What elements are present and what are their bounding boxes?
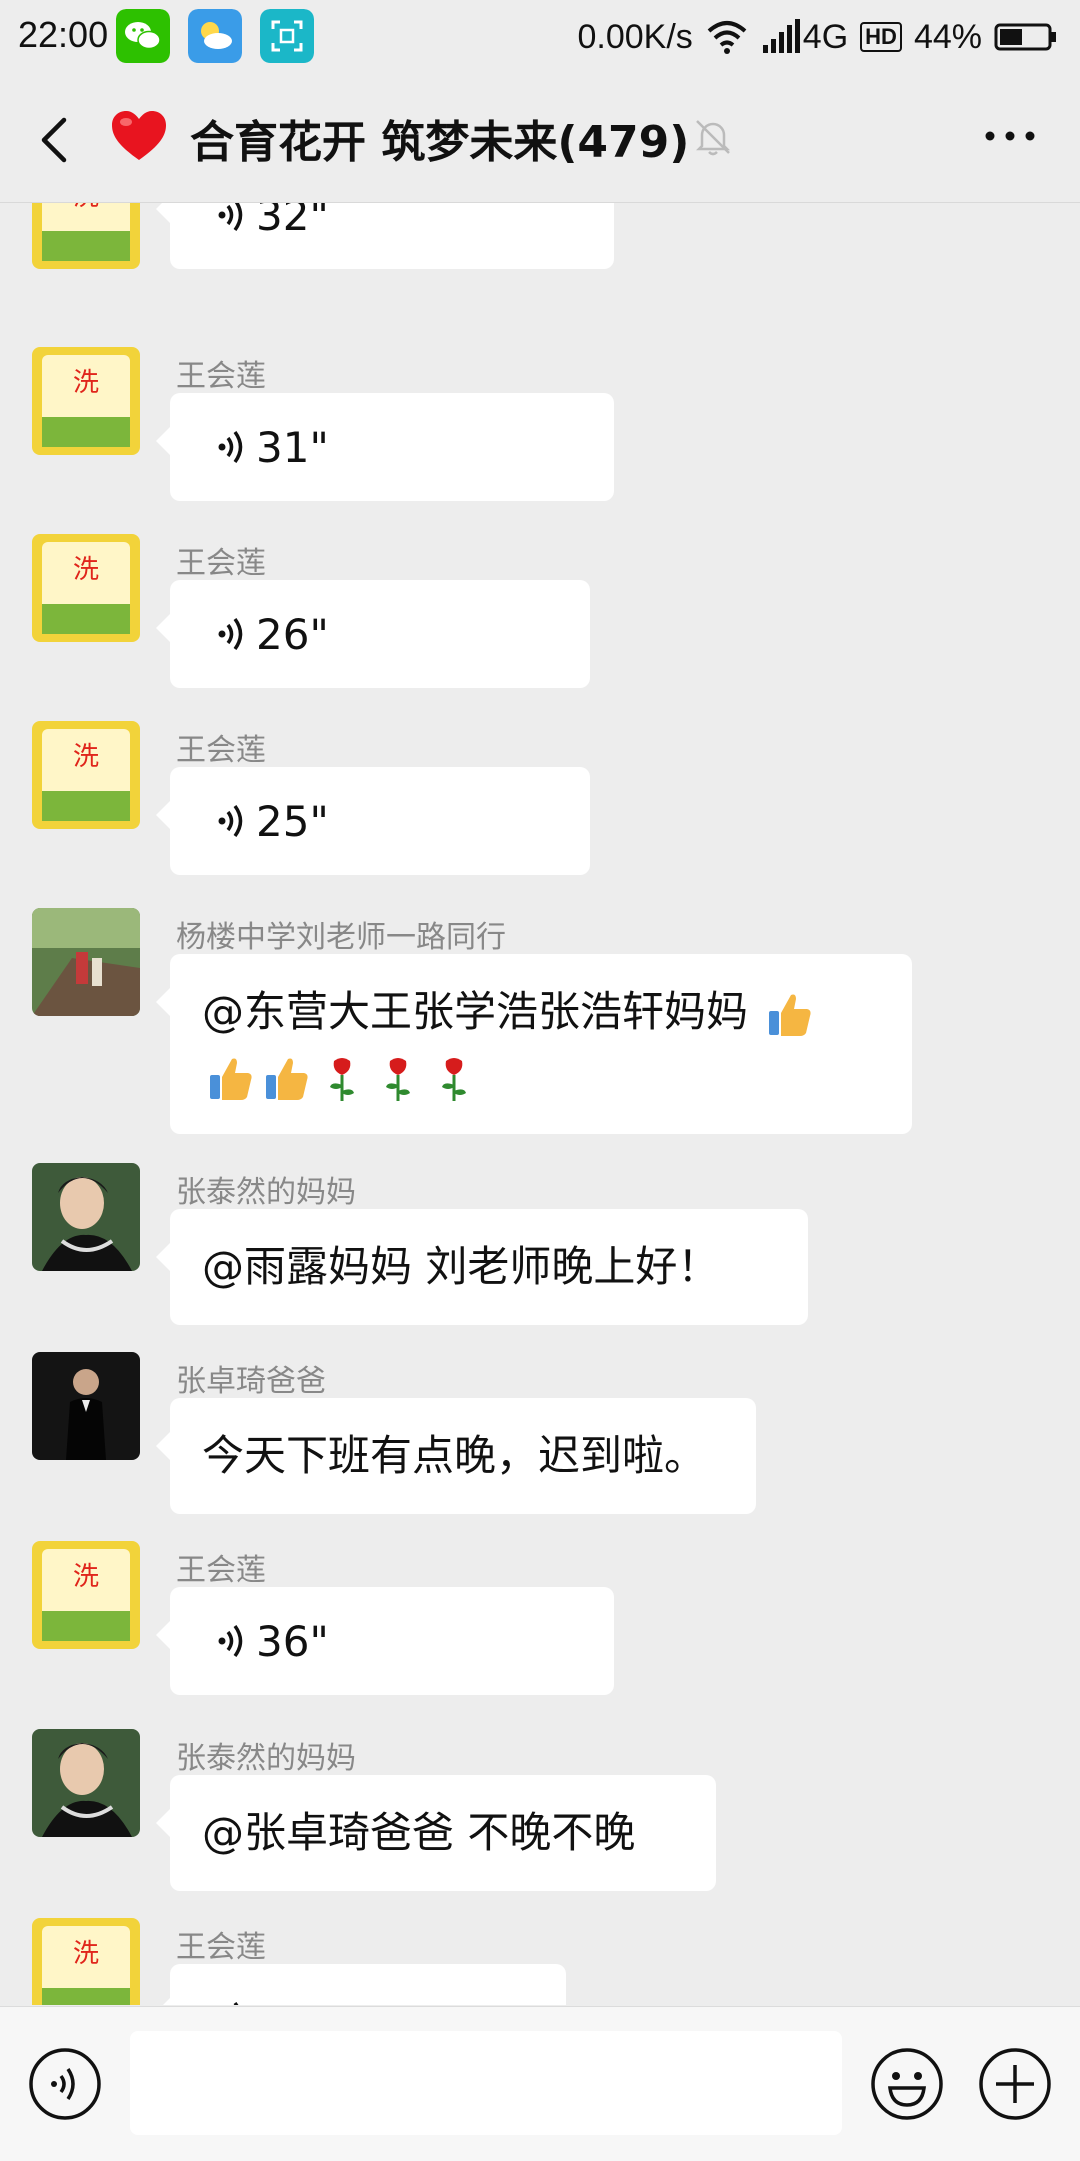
heart-icon (112, 111, 166, 160)
network-type: 4G (802, 17, 849, 56)
voice-message-bubble[interactable]: 32" (156, 203, 614, 269)
text-message-bubble[interactable]: @雨露妈妈 刘老师晚上好！ (156, 1209, 808, 1325)
status-bar: 22:00 0.00K/s 4G HD 44% (0, 0, 1080, 76)
thumbs-up-emoji-icon (769, 994, 811, 1036)
avatar[interactable]: 洗 (32, 721, 140, 829)
sender-name: 王会莲 (176, 546, 266, 581)
mute-bell-icon (695, 120, 731, 156)
text-message-bubble[interactable]: @东营大王张学浩张浩轩妈妈 (156, 954, 912, 1134)
status-time: 22:00 (18, 14, 109, 55)
sender-name: 王会莲 (176, 1930, 266, 1965)
sender-name: 杨楼中学刘老师一路同行 (176, 920, 506, 955)
text-message-bubble[interactable]: 今天下班有点晚，迟到啦。 (156, 1398, 756, 1514)
svg-text:洗: 洗 (73, 368, 99, 398)
voice-duration: 25" (256, 796, 329, 846)
voice-message-bubble[interactable]: 25" (156, 767, 590, 875)
thumbs-up-emoji-icon (210, 1058, 252, 1100)
message-text: @雨露妈妈 刘老师晚上好！ (202, 1242, 720, 1291)
voice-wave-icon (218, 1624, 243, 1658)
battery-percent: 44% (913, 17, 982, 56)
voice-message-bubble[interactable]: 26" (156, 580, 590, 688)
voice-wave-icon (218, 203, 243, 232)
plus-icon[interactable] (978, 2047, 1052, 2121)
chat-header: 合育花开 筑梦未来(479) (0, 76, 1080, 203)
text-message-bubble[interactable]: @张卓琦爸爸 不晚不晚 (156, 1775, 716, 1891)
svg-text:洗: 洗 (73, 1562, 99, 1592)
rose-emoji-icon (386, 1057, 410, 1101)
more-icon[interactable] (980, 116, 1040, 156)
avatar[interactable] (32, 1163, 140, 1271)
wifi-icon (707, 21, 747, 54)
sender-name: 王会莲 (176, 1553, 266, 1588)
svg-text:洗: 洗 (73, 742, 99, 772)
rose-emoji-icon (330, 1057, 354, 1101)
hd-badge: HD (860, 22, 902, 52)
avatar[interactable] (32, 1729, 140, 1837)
voice-message-bubble[interactable] (156, 1964, 566, 2005)
avatar[interactable]: 洗 (32, 347, 140, 455)
avatar[interactable] (32, 908, 140, 1016)
voice-wave-icon (218, 430, 243, 464)
sender-name: 张泰然的妈妈 (176, 1175, 356, 1210)
voice-wave-icon (218, 804, 243, 838)
chat-list[interactable]: 洗 32" 洗 王会莲 31" 洗 王会莲 26" 洗 王会莲 (0, 203, 1080, 2005)
thumbs-up-emoji-icon (266, 1058, 308, 1100)
voice-duration: 31" (256, 422, 329, 472)
voice-duration: 36" (256, 1616, 329, 1666)
avatar[interactable] (32, 1352, 140, 1460)
svg-text:洗: 洗 (73, 1939, 99, 1969)
sender-name: 张泰然的妈妈 (176, 1741, 356, 1776)
avatar[interactable]: 洗 (32, 1541, 140, 1649)
rose-emoji-icon (442, 1057, 466, 1101)
message-text: @张卓琦爸爸 不晚不晚 (202, 1808, 636, 1857)
scan-icon (260, 9, 314, 63)
voice-wave-icon (218, 617, 243, 651)
voice-duration: 32" (256, 203, 329, 240)
message-input[interactable] (130, 2031, 842, 2135)
wechat-icon (116, 9, 170, 63)
avatar[interactable]: 洗 (32, 203, 140, 269)
battery-icon (994, 23, 1056, 51)
message-text: 今天下班有点晚，迟到啦。 (202, 1431, 707, 1480)
voice-wave-icon (233, 2001, 239, 2005)
voice-input-icon[interactable] (28, 2047, 102, 2121)
sender-name: 王会莲 (176, 359, 266, 394)
input-bar (0, 2006, 1080, 2161)
avatar[interactable]: 洗 (32, 1918, 140, 2005)
sender-name: 张卓琦爸爸 (176, 1364, 326, 1399)
sender-name: 王会莲 (176, 733, 266, 768)
page-title: 合育花开 筑梦未来(479) (190, 117, 690, 168)
voice-message-bubble[interactable]: 31" (156, 393, 614, 501)
avatar[interactable]: 洗 (32, 534, 140, 642)
signal-icon (762, 19, 800, 53)
voice-message-bubble[interactable]: 36" (156, 1587, 614, 1695)
voice-duration: 26" (256, 609, 329, 659)
back-icon[interactable] (30, 110, 82, 170)
emoji-icon[interactable] (870, 2047, 944, 2121)
network-speed: 0.00K/s (577, 17, 693, 56)
weather-icon (188, 9, 242, 63)
message-text: @东营大王张学浩张浩轩妈妈 (202, 987, 749, 1036)
svg-text:洗: 洗 (73, 203, 99, 212)
status-right: 0.00K/s 4G HD 44% (577, 12, 1058, 62)
svg-text:洗: 洗 (73, 555, 99, 585)
